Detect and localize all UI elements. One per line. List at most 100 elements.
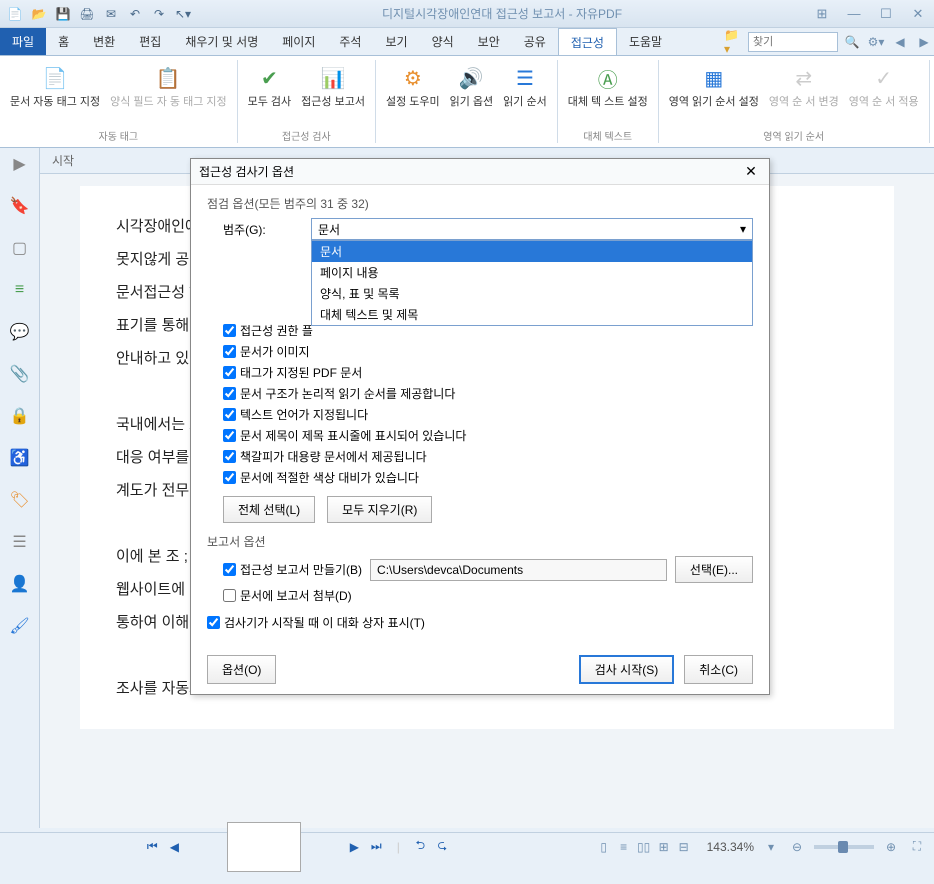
category-combo[interactable]: 문서 ▾ 문서 페이지 내용 양식, 표 및 목록 대체 텍스트 및 제목	[311, 218, 753, 240]
pages-icon[interactable]: ▢	[8, 236, 32, 260]
ribbon-group-check: ✔모두 검사 📊접근성 보고서 접근성 검사	[238, 60, 376, 143]
folder-icon[interactable]: 📁▾	[724, 32, 744, 52]
report-path-input[interactable]	[370, 559, 667, 581]
accessibility-checker-dialog: 접근성 검사기 옵션 ✕ 점검 옵션(모든 범주의 31 중 32) 범주(G)…	[190, 158, 770, 695]
accessibility-report-button[interactable]: 📊접근성 보고서	[297, 60, 369, 126]
assistant-icon: ⚙	[397, 62, 429, 94]
cancel-button[interactable]: 취소(C)	[684, 655, 753, 684]
search-icon[interactable]: 🔍	[842, 32, 862, 52]
tab-page[interactable]: 페이지	[270, 28, 327, 55]
read-options-button[interactable]: 🔊읽기 옵션	[446, 60, 498, 141]
bookmark-icon[interactable]: 🔖	[8, 194, 32, 218]
page-input[interactable]	[227, 822, 301, 872]
view-single-icon[interactable]: ▯	[595, 838, 613, 856]
attach-report-checkbox[interactable]: 문서에 보고서 첨부(D)	[223, 587, 352, 604]
accessibility-icon[interactable]: ♿	[8, 446, 32, 470]
minimize-icon[interactable]: —	[842, 4, 866, 24]
options-button[interactable]: 옵션(O)	[207, 655, 276, 684]
start-check-button[interactable]: 검사 시작(S)	[579, 655, 675, 684]
new-icon[interactable]: 📄	[4, 3, 26, 25]
clear-all-button[interactable]: 모두 지우기(R)	[327, 496, 432, 523]
view-facing-cont-icon[interactable]: ⊞	[655, 838, 673, 856]
tags-icon[interactable]: 🏷	[8, 488, 32, 512]
alt-text-button[interactable]: Ⓐ대체 텍 스트 설정	[564, 60, 652, 126]
tab-view[interactable]: 보기	[373, 28, 419, 55]
dialog-close-icon[interactable]: ✕	[741, 162, 761, 182]
check-item[interactable]: 문서가 이미지	[223, 343, 753, 360]
save-icon[interactable]: 💾	[52, 3, 74, 25]
make-report-checkbox[interactable]: 접근성 보고서 만들기(B)	[223, 561, 362, 578]
area-order-change-button[interactable]: ⇄영역 순 서 변경	[765, 60, 843, 126]
open-icon[interactable]: 📂	[28, 3, 50, 25]
show-dialog-checkbox[interactable]: 검사기가 시작될 때 이 대화 상자 표시(T)	[207, 614, 425, 631]
setup-assistant-button[interactable]: ⚙설정 도우미	[382, 60, 444, 141]
check-item[interactable]: 문서 구조가 논리적 읽기 순서를 제공합니다	[223, 385, 753, 402]
view-grid-icon[interactable]: ⊟	[675, 838, 693, 856]
print-icon[interactable]: 🖨	[76, 3, 98, 25]
app-grid-icon[interactable]: ⊞	[810, 4, 834, 24]
comments-icon[interactable]: 💬	[8, 320, 32, 344]
area-read-order-button[interactable]: ▦영역 읽기 순서 설정	[665, 60, 763, 126]
check-all-button[interactable]: ✔모두 검사	[244, 60, 296, 126]
check-item[interactable]: 문서에 적절한 색상 대비가 있습니다	[223, 469, 753, 486]
forward-icon[interactable]: ⮎	[433, 838, 451, 856]
layers-icon[interactable]: ≡	[8, 278, 32, 302]
combo-option-forms-tables[interactable]: 양식, 표 및 목록	[312, 283, 752, 304]
close-icon[interactable]: ✕	[906, 4, 930, 24]
zoom-slider[interactable]	[814, 845, 874, 849]
file-tab[interactable]: 파일	[0, 28, 46, 55]
view-continuous-icon[interactable]: ≡	[615, 838, 633, 856]
tab-comment[interactable]: 주석	[327, 28, 373, 55]
page-nav: ⏮ ◀ ▶ ⏭ | ⮌ ⮎	[143, 810, 451, 884]
search-input[interactable]	[748, 32, 838, 52]
tab-edit[interactable]: 편집	[127, 28, 173, 55]
check-item[interactable]: 태그가 지정된 PDF 문서	[223, 364, 753, 381]
select-all-button[interactable]: 전체 선택(L)	[223, 496, 315, 523]
tab-convert[interactable]: 변환	[81, 28, 127, 55]
undo-icon[interactable]: ↶	[124, 3, 146, 25]
combo-option-document[interactable]: 문서	[312, 241, 752, 262]
area-order-apply-button[interactable]: ✓영역 순 서 적용	[845, 60, 923, 126]
zoom-out-icon[interactable]: ⊖	[788, 838, 806, 856]
fullscreen-icon[interactable]: ⛶	[908, 838, 926, 856]
first-page-icon[interactable]: ⏮	[143, 838, 161, 856]
nav-prev-icon[interactable]: ◀	[890, 32, 910, 52]
auto-tag-doc-button[interactable]: 📄문서 자동 태그 지정	[6, 60, 104, 126]
combo-option-page-content[interactable]: 페이지 내용	[312, 262, 752, 283]
content-icon[interactable]: ☰	[8, 530, 32, 554]
tab-form[interactable]: 양식	[420, 28, 466, 55]
zoom-dropdown-icon[interactable]: ▾	[762, 838, 780, 856]
combo-option-alt-text[interactable]: 대체 텍스트 및 제목	[312, 304, 752, 325]
person-icon[interactable]: 👤	[8, 572, 32, 596]
ribbon-group-settings: ⚙설정 도우미 🔊읽기 옵션 ☰읽기 순서	[376, 60, 558, 143]
tab-help[interactable]: 도움말	[617, 28, 674, 55]
brush-icon[interactable]: 🖌	[8, 614, 32, 638]
gear-icon[interactable]: ⚙▾	[866, 32, 886, 52]
prev-page-icon[interactable]: ◀	[165, 838, 183, 856]
expand-icon[interactable]: ▶	[8, 152, 32, 176]
back-icon[interactable]: ⮌	[411, 838, 429, 856]
redo-icon[interactable]: ↷	[148, 3, 170, 25]
read-order-button[interactable]: ☰읽기 순서	[499, 60, 551, 141]
next-page-icon[interactable]: ▶	[345, 838, 363, 856]
attachments-icon[interactable]: 📎	[8, 362, 32, 386]
check-item[interactable]: 텍스트 언어가 지정됩니다	[223, 406, 753, 423]
view-facing-icon[interactable]: ▯▯	[635, 838, 653, 856]
last-page-icon[interactable]: ⏭	[367, 838, 385, 856]
tab-share[interactable]: 공유	[512, 28, 558, 55]
tab-accessibility[interactable]: 접근성	[558, 28, 617, 55]
lock-icon[interactable]: 🔒	[8, 404, 32, 428]
zoom-in-icon[interactable]: ⊕	[882, 838, 900, 856]
check-item[interactable]: 책갈피가 대용량 문서에서 제공됩니다	[223, 448, 753, 465]
tab-fill-sign[interactable]: 채우기 및 서명	[173, 28, 270, 55]
mail-icon[interactable]: ✉	[100, 3, 122, 25]
check-item[interactable]: 문서 제목이 제목 표시줄에 표시되어 있습니다	[223, 427, 753, 444]
auto-tag-form-button[interactable]: 📋양식 필드 자 동 태그 지정	[106, 60, 230, 126]
cursor-icon[interactable]: ↖▾	[172, 3, 194, 25]
choose-path-button[interactable]: 선택(E)...	[675, 556, 753, 583]
tab-security[interactable]: 보안	[466, 28, 512, 55]
maximize-icon[interactable]: ☐	[874, 4, 898, 24]
tab-home[interactable]: 홈	[46, 28, 81, 55]
area-order-icon: ▦	[698, 62, 730, 94]
nav-next-icon[interactable]: ▶	[914, 32, 934, 52]
